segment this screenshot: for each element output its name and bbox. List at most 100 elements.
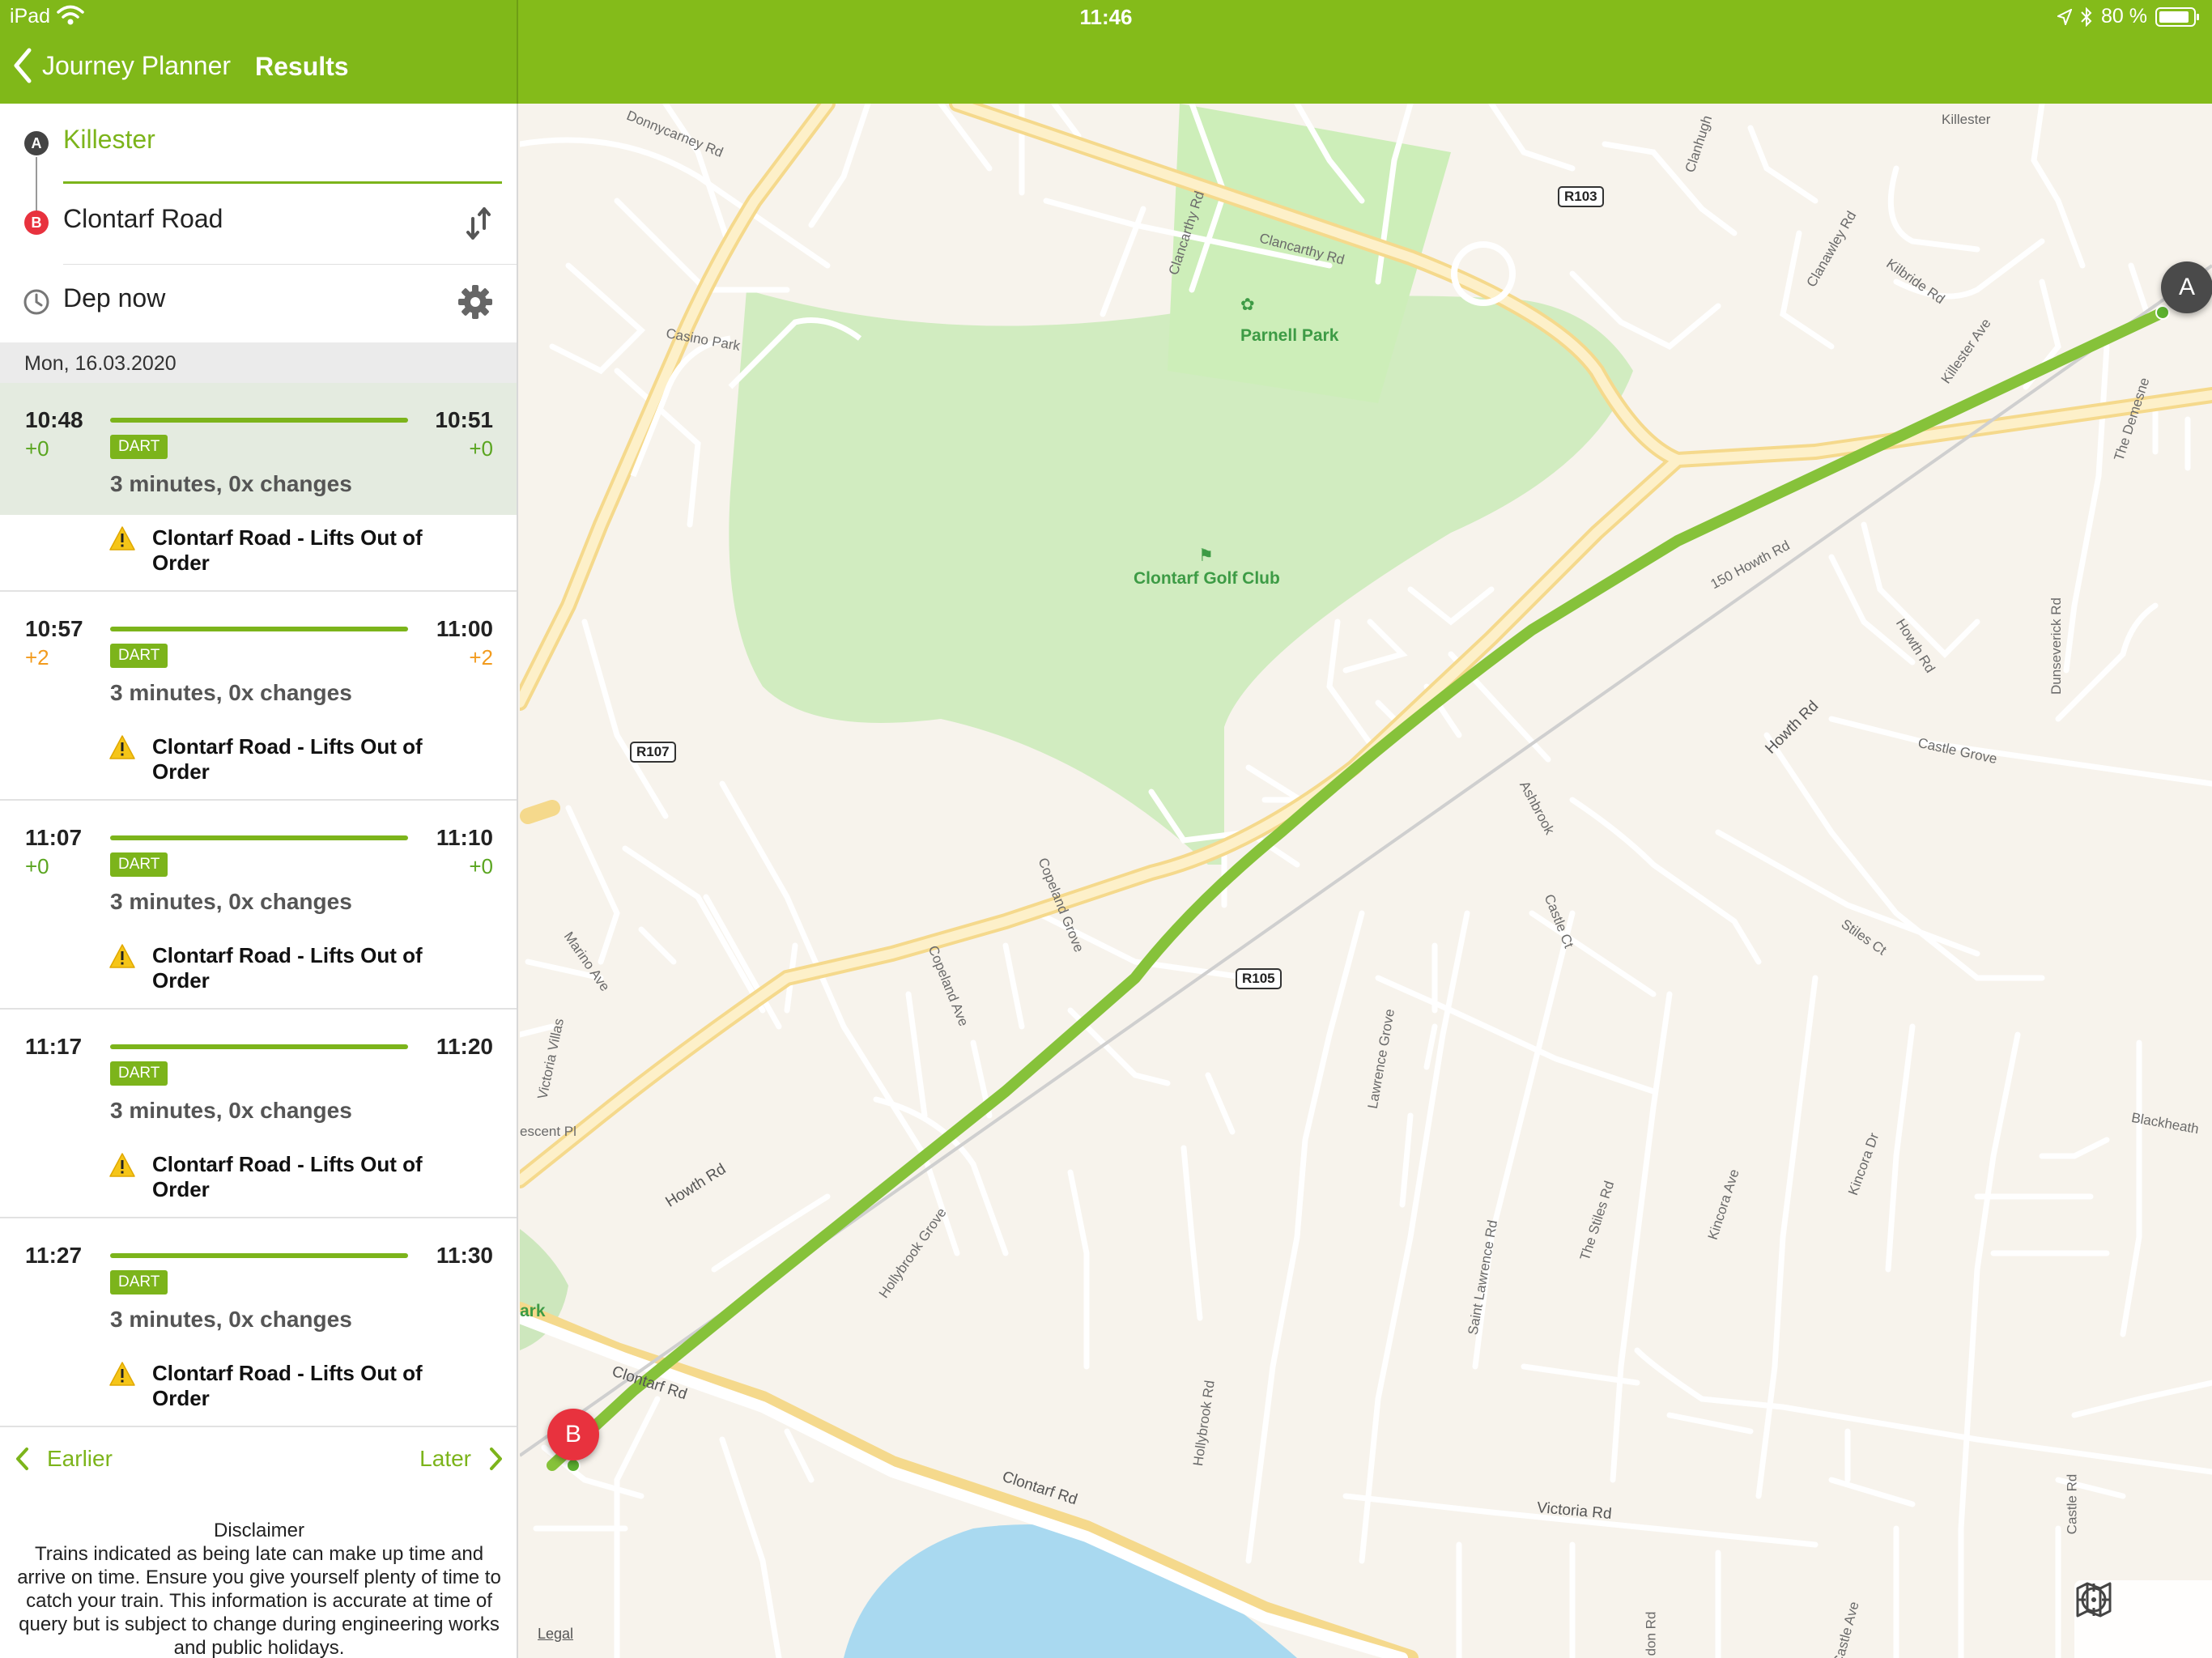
date-header: Mon, 16.03.2020 bbox=[0, 342, 517, 383]
back-button[interactable]: Journey Planner bbox=[11, 47, 231, 84]
destination-field[interactable]: Clontarf Road bbox=[63, 204, 223, 234]
arrival-delay: +0 bbox=[469, 436, 493, 461]
trip-info: 3 minutes, 0x changes bbox=[110, 889, 352, 914]
destination-marker: B bbox=[24, 210, 49, 235]
status-time: 11:46 bbox=[1079, 5, 1133, 29]
arrival-time: 11:20 bbox=[436, 1034, 493, 1059]
result-item[interactable]: 10:57 +2 DART 11:00 +2 3 minutes, 0x cha… bbox=[0, 592, 517, 801]
earlier-label: Earlier bbox=[47, 1446, 113, 1471]
map-label-road: Dunseverick Rd bbox=[2048, 597, 2064, 695]
map-controls bbox=[2074, 1580, 2212, 1658]
arrival-time: 11:10 bbox=[436, 825, 493, 850]
map-label-golf-club: Clontarf Golf Club bbox=[1134, 569, 1280, 588]
service-alert[interactable]: Clontarf Road - Lifts Out of Order bbox=[152, 943, 460, 993]
mode-badge: DART bbox=[110, 435, 168, 459]
arrival-time: 11:00 bbox=[436, 616, 493, 641]
sidebar: A Killester B Clontarf Road Dep now Mon,… bbox=[0, 104, 518, 1658]
bluetooth-icon bbox=[2081, 6, 2092, 27]
route-line bbox=[110, 627, 408, 631]
location-arrow-icon bbox=[2057, 8, 2073, 25]
trip-info: 3 minutes, 0x changes bbox=[110, 680, 352, 705]
arrival-delay: +0 bbox=[469, 854, 493, 878]
departure-delay: +0 bbox=[25, 436, 49, 461]
result-item[interactable]: 11:17 DART 11:20 3 minutes, 0x changes C… bbox=[0, 1010, 517, 1218]
departure-time: 11:27 bbox=[25, 1243, 83, 1268]
result-summary[interactable]: 11:17 DART 11:20 3 minutes, 0x changes bbox=[0, 1010, 517, 1141]
result-summary[interactable]: 10:48 +0 DART 10:51 +0 3 minutes, 0x cha… bbox=[0, 383, 517, 515]
destination-row[interactable]: B Clontarf Road bbox=[0, 183, 517, 262]
park-icon: ✿ bbox=[1240, 295, 1255, 314]
service-alert[interactable]: Clontarf Road - Lifts Out of Order bbox=[152, 1361, 460, 1411]
departure-time: 11:07 bbox=[25, 825, 83, 850]
warning-icon bbox=[109, 1362, 135, 1386]
origin-pin[interactable]: A bbox=[2161, 261, 2212, 313]
earlier-button[interactable]: Earlier bbox=[15, 1446, 113, 1472]
route-start-dot bbox=[2155, 305, 2170, 320]
mode-badge: DART bbox=[110, 644, 168, 668]
arrival-delay: +2 bbox=[469, 645, 493, 670]
later-button[interactable]: Later bbox=[419, 1446, 504, 1472]
warning-icon bbox=[109, 944, 135, 968]
trip-info: 3 minutes, 0x changes bbox=[110, 471, 352, 496]
back-button-label: Journey Planner bbox=[42, 50, 232, 80]
route-line bbox=[110, 1044, 408, 1049]
trip-info: 3 minutes, 0x changes bbox=[110, 1307, 352, 1332]
departure-time: 11:17 bbox=[25, 1034, 83, 1059]
result-item[interactable]: 11:27 DART 11:30 3 minutes, 0x changes C… bbox=[0, 1218, 517, 1427]
map-label-park: ark bbox=[520, 1302, 546, 1320]
mode-badge: DART bbox=[110, 1270, 168, 1295]
map-view[interactable]: ✿ Parnell Park ⚑ Clontarf Golf Club Kill… bbox=[520, 104, 2212, 1658]
map-label-road: don Rd bbox=[1643, 1611, 1659, 1656]
pager: Earlier Later bbox=[0, 1430, 517, 1494]
origin-field[interactable]: Killester bbox=[63, 125, 155, 155]
departure-delay: +0 bbox=[25, 854, 49, 878]
golf-icon: ⚑ bbox=[1198, 546, 1214, 565]
trip-info: 3 minutes, 0x changes bbox=[110, 1098, 352, 1123]
top-bar: iPad 11:46 80 % Journey Planner Results bbox=[0, 0, 2212, 104]
page-title: Results bbox=[255, 52, 349, 81]
clock-icon bbox=[23, 289, 49, 315]
chevron-right-icon bbox=[490, 1448, 502, 1470]
mode-badge: DART bbox=[110, 1061, 168, 1086]
departure-time: 10:48 bbox=[25, 407, 83, 432]
route-line bbox=[110, 1253, 408, 1258]
route-line bbox=[110, 418, 408, 423]
disclaimer-title: Disclaimer bbox=[213, 1520, 304, 1541]
service-alert[interactable]: Clontarf Road - Lifts Out of Order bbox=[152, 525, 460, 576]
departure-time-label: Dep now bbox=[63, 283, 166, 312]
destination-pin[interactable]: B bbox=[547, 1409, 599, 1460]
disclaimer: Disclaimer Trains indicated as being lat… bbox=[16, 1519, 502, 1658]
gear-icon[interactable] bbox=[457, 283, 494, 321]
departure-delay: +2 bbox=[25, 645, 49, 670]
result-summary[interactable]: 11:27 DART 11:30 3 minutes, 0x changes bbox=[0, 1218, 517, 1350]
chevron-left-icon bbox=[16, 1448, 28, 1470]
map-label-road: escent Pl bbox=[520, 1124, 576, 1139]
battery-percent: 80 % bbox=[2101, 5, 2147, 28]
battery-icon bbox=[2155, 6, 2199, 27]
warning-icon bbox=[109, 735, 135, 759]
result-summary[interactable]: 11:07 +0 DART 11:10 +0 3 minutes, 0x cha… bbox=[0, 801, 517, 933]
route-end-dot bbox=[566, 1458, 581, 1473]
service-alert[interactable]: Clontarf Road - Lifts Out of Order bbox=[152, 1152, 460, 1202]
service-alert[interactable]: Clontarf Road - Lifts Out of Order bbox=[152, 734, 460, 784]
departure-time-row[interactable]: Dep now bbox=[0, 262, 517, 342]
legal-link[interactable]: Legal bbox=[538, 1626, 573, 1643]
route-line bbox=[110, 835, 408, 840]
map-label-road: Castle Rd bbox=[2064, 1473, 2080, 1535]
later-label: Later bbox=[419, 1446, 471, 1471]
result-item[interactable]: 10:48 +0 DART 10:51 +0 3 minutes, 0x cha… bbox=[0, 383, 517, 592]
result-summary[interactable]: 10:57 +2 DART 11:00 +2 3 minutes, 0x cha… bbox=[0, 592, 517, 724]
arrival-time: 10:51 bbox=[435, 407, 493, 432]
road-shield-r105: R105 bbox=[1236, 968, 1282, 989]
chevron-left-icon bbox=[14, 48, 32, 83]
warning-icon bbox=[109, 526, 135, 551]
origin-marker: A bbox=[24, 131, 49, 155]
road-shield-r103: R103 bbox=[1558, 186, 1604, 207]
origin-row[interactable]: A Killester bbox=[0, 104, 517, 184]
map-canvas bbox=[520, 104, 2212, 1658]
departure-time: 10:57 bbox=[25, 616, 83, 641]
disclaimer-text: Trains indicated as being late can make … bbox=[17, 1543, 501, 1658]
swap-icon[interactable] bbox=[465, 207, 492, 240]
map-type-icon[interactable] bbox=[2074, 1580, 2113, 1619]
result-item[interactable]: 11:07 +0 DART 11:10 +0 3 minutes, 0x cha… bbox=[0, 801, 517, 1010]
